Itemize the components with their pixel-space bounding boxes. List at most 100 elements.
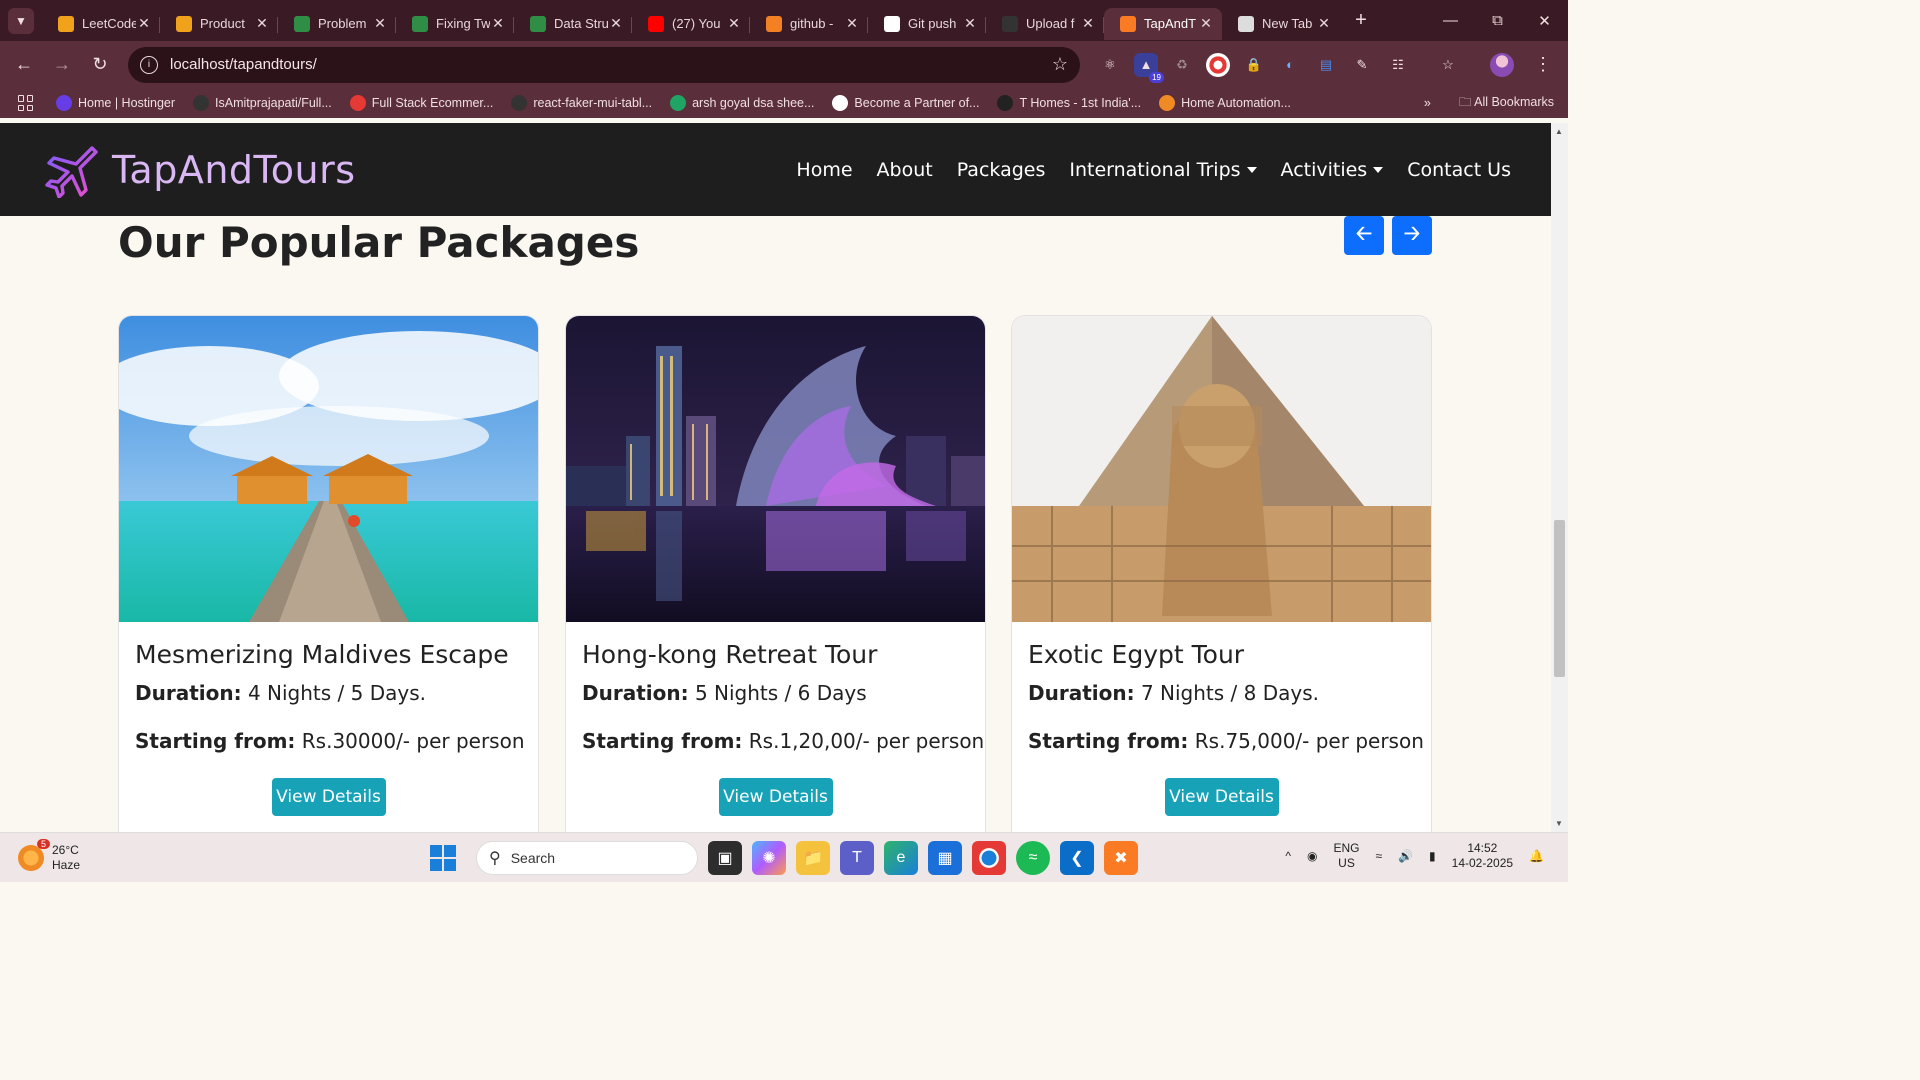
browser-menu-icon[interactable]: ⋮ [1534, 54, 1552, 75]
tab-close-icon[interactable]: ✕ [1316, 15, 1332, 32]
lock-extension-icon[interactable]: 🔒 [1242, 53, 1266, 77]
copilot-icon[interactable]: ✺ [752, 841, 786, 875]
tab-close-icon[interactable]: ✕ [1198, 15, 1214, 32]
weather-desc: Haze [52, 857, 81, 872]
browser-tab[interactable]: TapAndT ✕ [1104, 7, 1222, 40]
extension-hat-icon[interactable]: ▲ 19 [1134, 52, 1164, 83]
more-bookmarks-icon[interactable]: » [1424, 96, 1431, 110]
teams-icon[interactable]: T [840, 841, 874, 875]
bookmark-item[interactable]: arsh goyal dsa shee... [670, 95, 814, 111]
tab-close-icon[interactable]: ✕ [608, 15, 624, 32]
nav-link-packages[interactable]: Packages [957, 159, 1046, 181]
edge-icon[interactable]: e [884, 841, 918, 875]
tray-chevron-icon[interactable]: ^ [1285, 849, 1291, 863]
nav-link-about[interactable]: About [877, 159, 933, 181]
view-details-button[interactable]: View Details [1164, 778, 1279, 816]
browser-tab[interactable]: New Tab ✕ [1222, 8, 1340, 40]
battery-icon[interactable]: ▮ [1429, 849, 1436, 863]
browser-tab[interactable]: Product ✕ [160, 8, 278, 40]
bookmark-item[interactable]: T Homes - 1st India'... [997, 95, 1141, 111]
chrome-icon[interactable] [972, 841, 1006, 875]
plane-logo-icon [45, 145, 98, 198]
nav-link-contact-us[interactable]: Contact Us [1407, 159, 1511, 181]
security-tray-icon[interactable]: ◉ [1307, 849, 1317, 863]
volume-icon[interactable]: 🔊 [1398, 849, 1413, 863]
nav-label: About [876, 158, 933, 181]
nav-link-activities[interactable]: Activities [1281, 159, 1384, 181]
close-window-button[interactable]: ✕ [1521, 0, 1568, 41]
nav-link-international-trips[interactable]: International Trips [1069, 159, 1257, 181]
card-price: Starting from: Rs.1,20,00/- per person [582, 729, 985, 753]
browser-tab[interactable]: (27) You ✕ [632, 8, 750, 40]
hongkong-illustration [566, 316, 985, 622]
notification-bell-icon[interactable]: 🔔 [1529, 849, 1544, 863]
view-details-button[interactable]: View Details [718, 778, 833, 816]
bookmark-label: react-faker-mui-tabl... [533, 96, 653, 110]
tab-close-icon[interactable]: ✕ [962, 15, 978, 32]
xampp-icon[interactable]: ✖ [1104, 841, 1138, 875]
carousel-prev-button[interactable]: 🡠 [1344, 216, 1384, 255]
bookmark-item[interactable]: Become a Partner of... [832, 95, 979, 111]
back-button[interactable]: ← [6, 47, 42, 83]
bookmark-item[interactable]: react-faker-mui-tabl... [511, 95, 652, 111]
bookmark-item[interactable]: Home | Hostinger [56, 95, 175, 111]
store-icon[interactable]: ▦ [928, 841, 962, 875]
tab-close-icon[interactable]: ✕ [372, 15, 388, 32]
all-bookmarks-button[interactable]: 🗀 All Bookmarks [1459, 93, 1554, 114]
bookmark-item[interactable]: Home Automation... [1159, 95, 1291, 111]
tab-close-icon[interactable]: ✕ [844, 15, 860, 32]
bookmark-star-icon[interactable]: ☆ [1052, 54, 1068, 75]
restore-button[interactable]: ⧉ [1474, 0, 1521, 41]
address-bar[interactable]: i localhost/tapandtours/ ☆ [128, 46, 1080, 83]
site-info-icon[interactable]: i [140, 55, 158, 74]
wifi-icon[interactable]: ≈ [1376, 849, 1383, 863]
file-explorer-icon[interactable]: 📁 [796, 841, 830, 875]
nav-link-home[interactable]: Home [796, 159, 852, 181]
docs-extension-icon[interactable]: ▤ [1314, 53, 1338, 77]
card-duration: Duration: 7 Nights / 8 Days. [1028, 681, 1431, 705]
carousel-next-button[interactable]: 🡢 [1392, 216, 1432, 255]
scroll-up-icon[interactable]: ▲ [1555, 127, 1563, 136]
new-tab-button[interactable]: + [1346, 6, 1376, 36]
bookmark-item[interactable]: IsAmitprajapati/Full... [193, 95, 332, 111]
react-devtools-icon[interactable]: ⚛ [1098, 53, 1122, 77]
browser-tab[interactable]: Fixing Tw ✕ [396, 8, 514, 40]
tab-close-icon[interactable]: ✕ [490, 15, 506, 32]
spotify-icon[interactable]: ≈ [1016, 841, 1050, 875]
browser-tab[interactable]: github - ✕ [750, 8, 868, 40]
clock[interactable]: 14:52 14-02-2025 [1452, 841, 1513, 871]
picker-extension-icon[interactable]: ✎ [1350, 53, 1374, 77]
scrollbar-thumb[interactable] [1554, 520, 1565, 677]
bookmarks-star-icon[interactable]: ☆ [1436, 53, 1460, 77]
recycle-extension-icon[interactable]: ♻ [1170, 53, 1194, 77]
pokeball-extension-icon[interactable] [1206, 52, 1230, 77]
taskbar-search[interactable]: ⚲ Search [476, 841, 698, 875]
extensions-puzzle-icon[interactable]: ☷ [1386, 53, 1410, 77]
tab-close-icon[interactable]: ✕ [254, 15, 270, 32]
browser-tab[interactable]: Upload f ✕ [986, 8, 1104, 40]
page-scrollbar[interactable]: ▲ ▼ [1551, 123, 1568, 832]
task-view-icon[interactable]: ▣ [708, 841, 742, 875]
scroll-down-icon[interactable]: ▼ [1555, 819, 1563, 828]
browser-tab[interactable]: Data Stru ✕ [514, 8, 632, 40]
vscode-icon[interactable]: ❮ [1060, 841, 1094, 875]
tab-close-icon[interactable]: ✕ [726, 15, 742, 32]
site-logo[interactable]: TapAndTours [42, 142, 356, 198]
reload-button[interactable]: ↻ [82, 47, 118, 83]
windows-start-icon[interactable] [430, 845, 456, 871]
tab-search-button[interactable]: ▼ [8, 7, 34, 34]
weather-widget[interactable]: 5 26°C Haze [18, 838, 81, 873]
browser-tab[interactable]: LeetCode ✕ [42, 8, 160, 40]
speed-extension-icon[interactable]: ◐ [1278, 53, 1302, 77]
forward-button[interactable]: → [44, 47, 80, 83]
profile-avatar[interactable] [1490, 52, 1514, 77]
apps-grid-icon[interactable] [18, 95, 34, 111]
bookmark-item[interactable]: Full Stack Ecommer... [349, 95, 493, 111]
minimize-button[interactable]: — [1427, 0, 1474, 41]
view-details-button[interactable]: View Details [271, 778, 386, 816]
browser-tab[interactable]: Git push ✕ [868, 8, 986, 40]
language-indicator[interactable]: ENG US [1333, 841, 1359, 871]
tab-close-icon[interactable]: ✕ [1080, 15, 1096, 32]
tab-close-icon[interactable]: ✕ [136, 15, 152, 32]
browser-tab[interactable]: Problem ✕ [278, 8, 396, 40]
